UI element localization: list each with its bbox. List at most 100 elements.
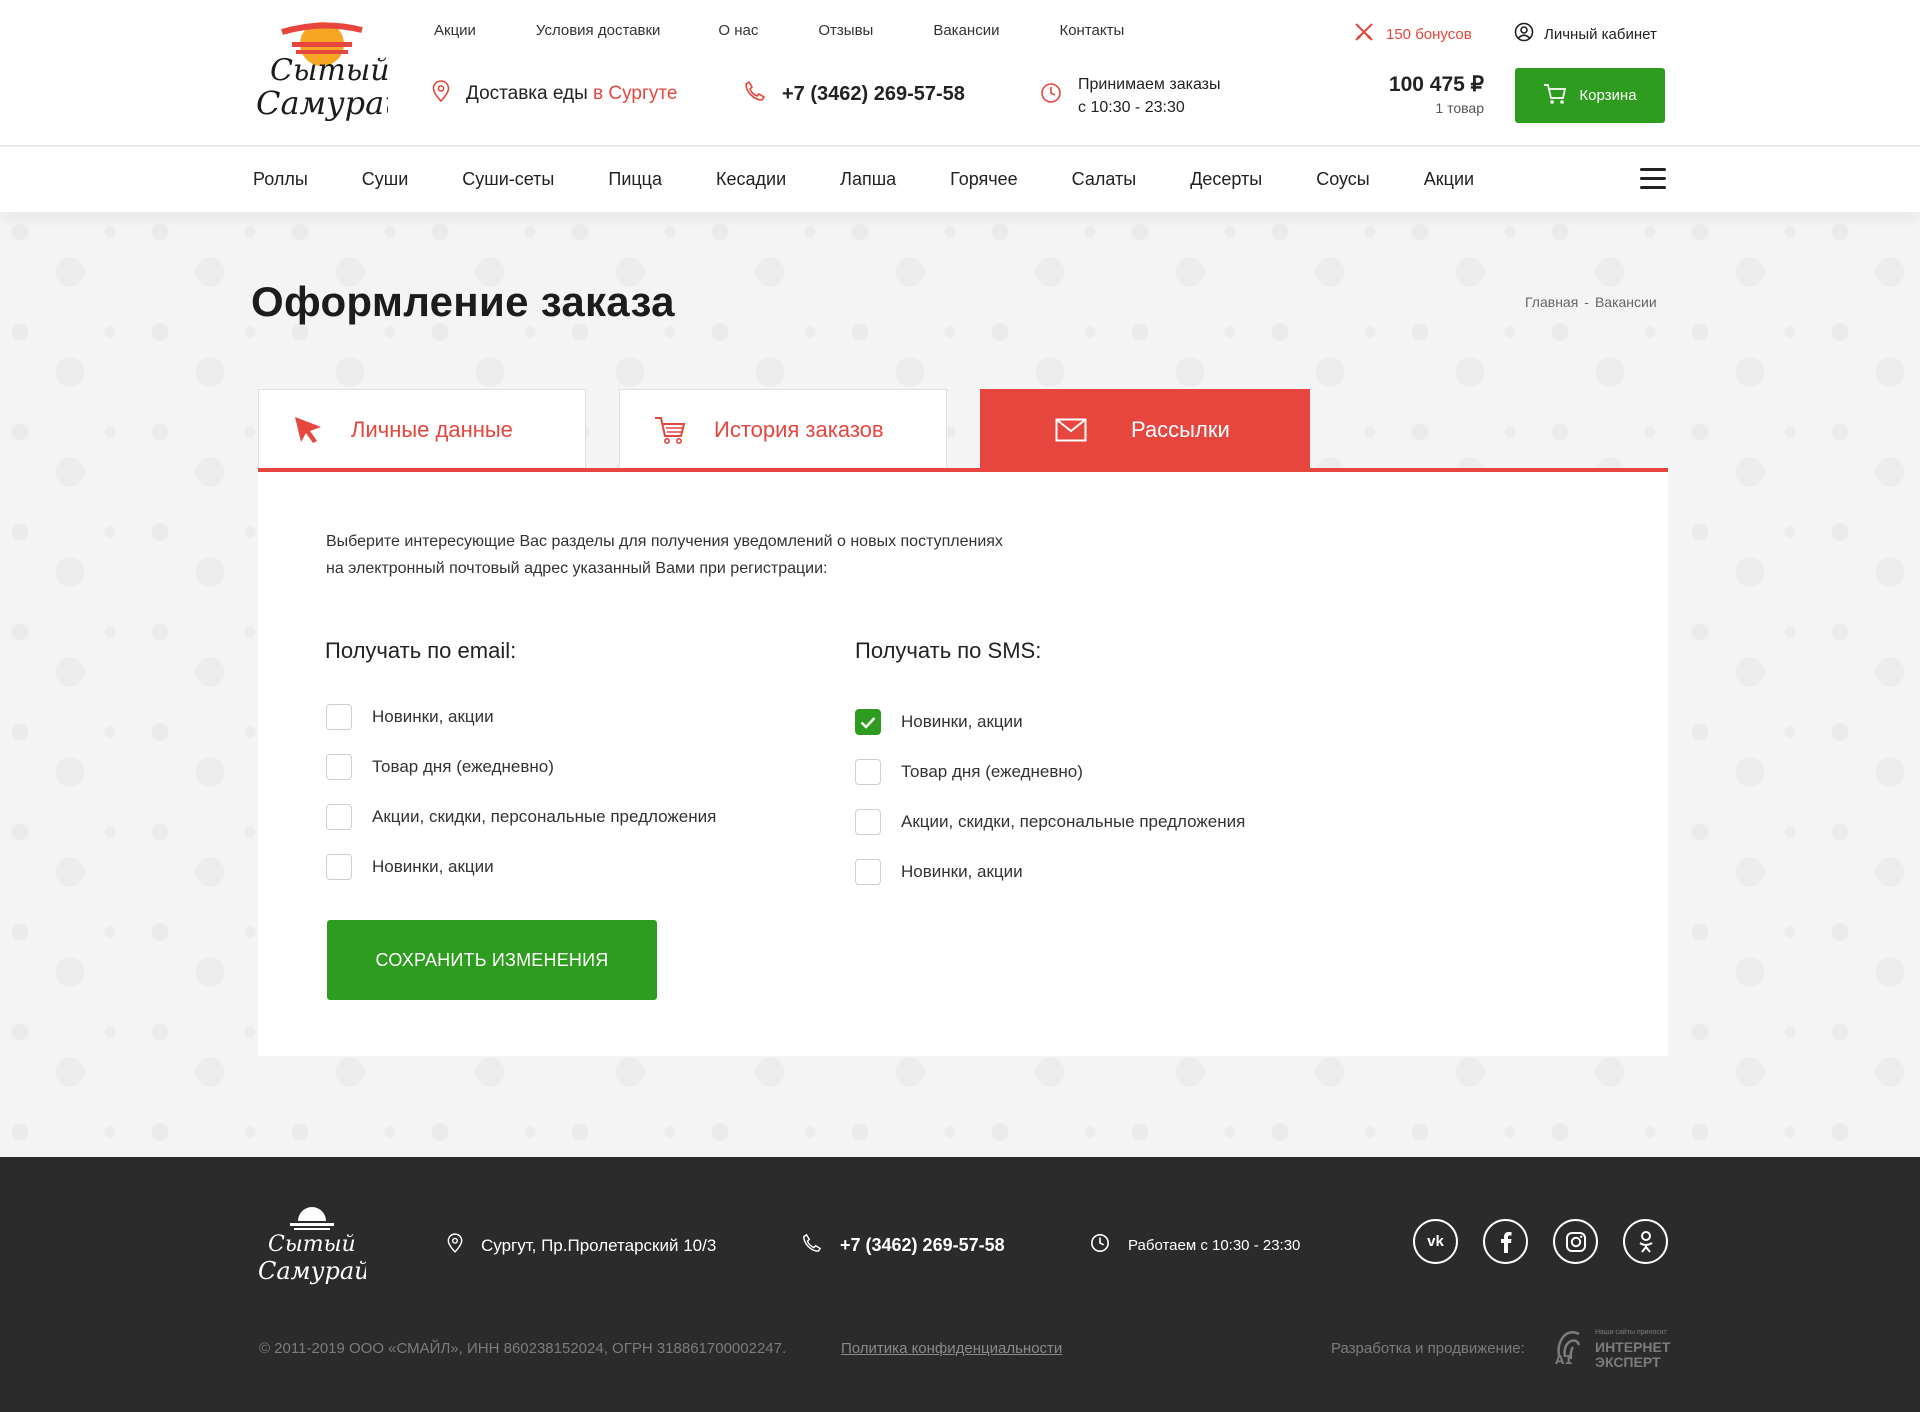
option-label: Акции, скидки, персональные предложения [901,812,1246,831]
sms-section-title: Получать по SMS: [855,638,1042,663]
option-label: Новинки, акции [372,707,494,726]
cursor-icon [293,415,323,445]
developer-logo[interactable]: A1 Наши сайты приносят ИНТЕРНЕТ ЭКСПЕРТ [1553,1325,1670,1370]
user-icon [1514,22,1534,46]
topnav-link-contacts[interactable]: Контакты [1059,22,1124,39]
tab-personal-data[interactable]: Личные данные [258,389,586,470]
email-option-discounts[interactable]: Акции, скидки, персональные предложения [326,792,716,842]
breadcrumb-home[interactable]: Главная [1525,294,1578,310]
footer-logo-line1: Сытый [268,1232,356,1257]
logo-text-line2: Самурай [256,84,388,122]
dev-logo-line2: ЭКСПЕРТ [1595,1354,1661,1370]
sms-option-news[interactable]: Новинки, акции [855,697,1245,747]
email-option-news-2[interactable]: Новинки, акции [326,842,716,892]
checkmark-icon [860,716,876,729]
logo-text-line1: Сытый [270,53,388,88]
footer-logo-line2: Самурай [258,1257,366,1285]
email-discounts-checkbox[interactable] [326,804,352,830]
category-promo[interactable]: Акции [1424,169,1474,190]
newsletter-settings-panel: Выберите интересующие Вас разделы для по… [258,468,1668,1056]
clock-icon [1090,1233,1110,1257]
category-sushi[interactable]: Суши [362,169,409,190]
page-title: Оформление заказа [251,278,675,325]
category-rolls[interactable]: Роллы [253,169,308,190]
menu-hamburger-icon[interactable] [1640,168,1666,190]
option-label: Акции, скидки, персональные предложения [372,807,717,826]
option-label: Новинки, акции [901,862,1023,881]
category-noodles[interactable]: Лапша [840,169,896,190]
phone-icon [802,1233,822,1258]
privacy-policy-link[interactable]: Политика конфиденциальности [841,1340,1062,1357]
email-options: Новинки, акции Товар дня (ежедневно) Акц… [326,692,716,892]
sms-product-of-day-checkbox[interactable] [855,759,881,785]
cart-total: 100 475 ₽ 1 товар [1384,72,1484,116]
topnav-link-reviews[interactable]: Отзывы [818,22,873,39]
category-hot[interactable]: Горячее [950,169,1018,190]
bonus-link[interactable]: 150 бонусов [1354,22,1472,46]
email-section-title: Получать по email: [325,638,517,663]
email-news-checkbox[interactable] [326,704,352,730]
working-hours: Принимаем заказы с 10:30 - 23:30 [1040,73,1221,119]
breadcrumb-current[interactable]: Вакансии [1595,294,1657,310]
footer-phone[interactable]: +7 (3462) 269-57-58 [802,1233,1005,1258]
category-sauces[interactable]: Соусы [1316,169,1370,190]
fingerprint-icon: A1 [1553,1325,1589,1370]
footer-hours-text: Работаем с 10:30 - 23:30 [1128,1236,1301,1254]
email-news-2-checkbox[interactable] [326,854,352,880]
cart-icon [1543,83,1567,109]
cart-button-label: Корзина [1579,87,1637,104]
category-salads[interactable]: Салаты [1072,169,1137,190]
sms-news-2-checkbox[interactable] [855,859,881,885]
delivery-info[interactable]: Доставка еды в Сургуте [432,80,677,108]
vk-icon[interactable]: vk [1413,1219,1458,1264]
tab-order-history[interactable]: История заказов [619,389,947,470]
envelope-icon [1055,418,1087,442]
sms-option-discounts[interactable]: Акции, скидки, персональные предложения [855,797,1245,847]
topnav-link-about[interactable]: О нас [718,22,758,39]
topnav-link-promo[interactable]: Акции [434,22,476,39]
developer-label: Разработка и продвижение: [1331,1340,1525,1357]
sms-discounts-checkbox[interactable] [855,809,881,835]
description-line2: на электронный почтовый адрес указанный … [326,560,828,577]
cart-button[interactable]: Корзина [1515,68,1665,123]
personal-cabinet-link[interactable]: Личный кабинет [1514,22,1657,46]
facebook-icon[interactable] [1483,1219,1528,1264]
option-label: Товар дня (ежедневно) [901,762,1083,781]
breadcrumb-separator: - [1584,294,1589,310]
instagram-icon[interactable] [1553,1219,1598,1264]
category-desserts[interactable]: Десерты [1190,169,1262,190]
logo[interactable]: Сытый Самурай [252,14,388,132]
topnav-link-vacancies[interactable]: Вакансии [933,22,999,39]
email-product-of-day-checkbox[interactable] [326,754,352,780]
location-pin-icon [447,1233,463,1258]
svg-text:A1: A1 [1555,1353,1573,1365]
email-option-product-of-day[interactable]: Товар дня (ежедневно) [326,742,716,792]
swords-icon [1354,22,1374,46]
hours-line1: Принимаем заказы [1078,76,1221,93]
footer-phone-number: +7 (3462) 269-57-58 [840,1235,1005,1255]
save-changes-button[interactable]: СОХРАНИТЬ ИЗМЕНЕНИЯ [327,920,657,1000]
phone-number: +7 (3462) 269-57-58 [782,82,965,105]
sms-news-checkbox[interactable] [855,709,881,735]
dev-logo-line1: ИНТЕРНЕТ [1595,1339,1671,1355]
dev-logo-tagline: Наши сайты приносят [1595,1329,1667,1336]
option-label: Новинки, акции [372,857,494,876]
odnoklassniki-icon[interactable] [1623,1219,1668,1264]
sms-option-product-of-day[interactable]: Товар дня (ежедневно) [855,747,1245,797]
breadcrumb: Главная - Вакансии [1525,294,1657,310]
cart-icon [654,415,686,445]
panel-description: Выберите интересующие Вас разделы для по… [326,528,1086,582]
category-quesadillas[interactable]: Кесадии [716,169,786,190]
city-selector[interactable]: в Сургуте [593,83,677,104]
tab-newsletters[interactable]: Рассылки [980,389,1310,470]
option-label: Товар дня (ежедневно) [372,757,554,776]
bonus-label: 150 бонусов [1386,25,1472,43]
category-sushi-sets[interactable]: Суши-сеты [462,169,554,190]
footer-logo[interactable]: Сытый Самурай [256,1195,370,1296]
email-option-news[interactable]: Новинки, акции [326,692,716,742]
topnav-link-delivery[interactable]: Условия доставки [536,22,660,39]
option-label: Новинки, акции [901,712,1023,731]
header-phone[interactable]: +7 (3462) 269-57-58 [744,80,965,108]
sms-option-news-2[interactable]: Новинки, акции [855,847,1245,897]
category-pizza[interactable]: Пицца [608,169,662,190]
